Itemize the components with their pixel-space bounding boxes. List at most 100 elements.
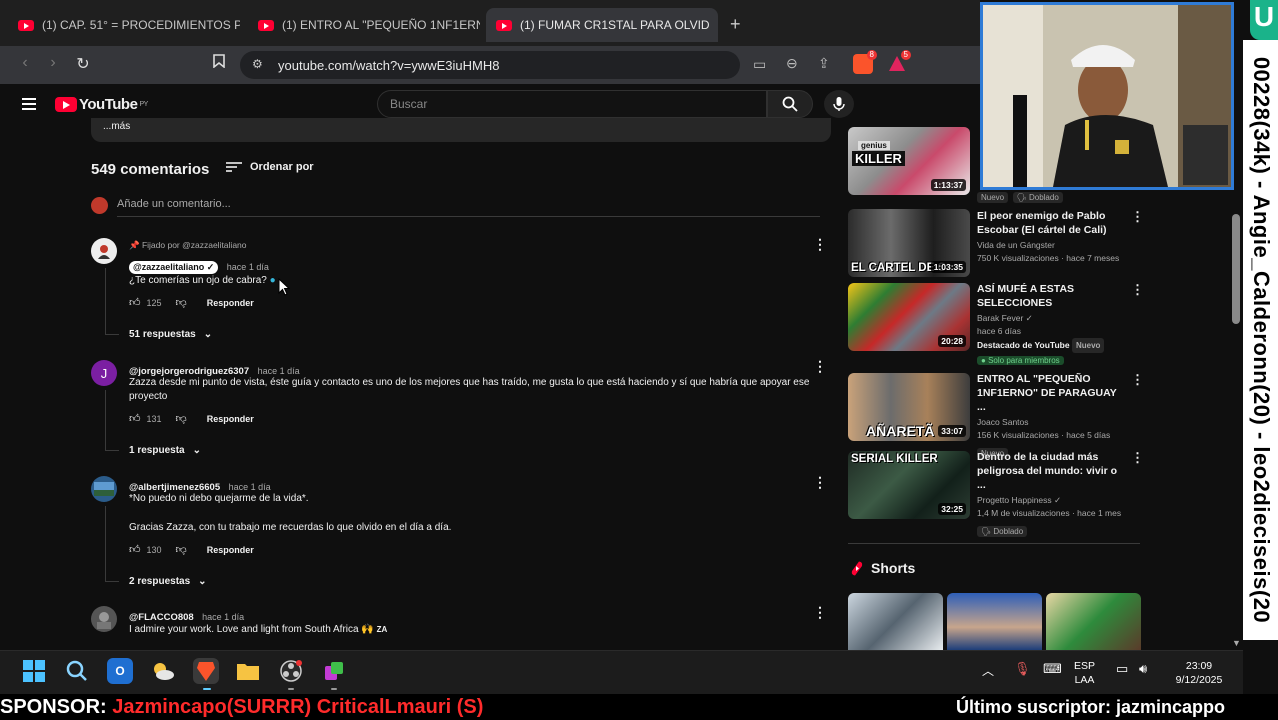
- comment-menu-icon[interactable]: ⋮: [813, 474, 827, 491]
- forward-icon[interactable]: ›: [42, 54, 64, 72]
- replies-toggle[interactable]: 1 respuesta ⌄: [129, 445, 201, 456]
- weather-icon[interactable]: [150, 658, 176, 684]
- search-button[interactable]: [767, 90, 813, 118]
- channel-name[interactable]: Vida de un Gángster: [977, 239, 1125, 252]
- comment-actions: 👍︎ 130 👎︎ Responder: [129, 543, 254, 556]
- channel-name[interactable]: Progetto Happiness ✓: [977, 494, 1125, 507]
- sidebar-thumbnail[interactable]: SERIAL KILLER 32:25: [848, 451, 970, 519]
- reply-button[interactable]: Responder: [207, 414, 254, 424]
- sidebar-thumbnail[interactable]: EL CARTEL DE C 1:03:35: [848, 209, 970, 277]
- video-meta: 156 K visualizaciones · hace 5 días: [977, 430, 1111, 440]
- comment-text-line2: Gracias Zazza, con tu trabajo me recuerd…: [129, 522, 452, 533]
- comment-menu-icon[interactable]: ⋮: [813, 236, 827, 253]
- brave-rewards-icon[interactable]: 5: [887, 50, 911, 74]
- sort-button[interactable]: Ordenar por: [226, 161, 314, 173]
- brave-shields-icon[interactable]: 8: [853, 50, 877, 74]
- comment-time[interactable]: hace 1 día: [229, 482, 271, 492]
- replies-toggle[interactable]: 2 respuestas ⌄: [129, 576, 207, 587]
- video-menu-icon[interactable]: ⋮: [1131, 209, 1144, 225]
- short-thumbnail[interactable]: [947, 593, 1042, 650]
- comment-time[interactable]: hace 1 día: [258, 366, 300, 376]
- sidebar-item-info[interactable]: ASÍ MUFÉ A ESTAS SELECCIONES Barak Fever…: [977, 282, 1125, 367]
- scrolling-donors-ticker: 00228(34k) - Angie_Calderonn(20) - leo2d…: [1243, 40, 1278, 640]
- channel-name[interactable]: Barak Fever ✓: [977, 312, 1125, 325]
- reload-icon[interactable]: ↻: [72, 54, 94, 74]
- network-icon[interactable]: ▭: [1116, 662, 1128, 676]
- file-explorer-icon[interactable]: [235, 658, 261, 684]
- short-thumbnail[interactable]: [848, 593, 943, 650]
- comment-time[interactable]: hace 1 día: [202, 612, 244, 622]
- comment-text: ¿Te comerías un ojo de cabra? ●: [129, 275, 276, 286]
- video-title[interactable]: ENTRO AL "PEQUEÑO 1NF1ERNO" DE PARAGUAY …: [977, 372, 1125, 414]
- clock[interactable]: 23:09 9/12/2025: [1166, 659, 1232, 687]
- search-input[interactable]: Buscar: [377, 90, 767, 118]
- new-tab-button[interactable]: +: [730, 14, 741, 35]
- language-indicator[interactable]: ESP LAA: [1074, 659, 1095, 687]
- sidebar-thumbnail[interactable]: 20:28: [848, 283, 970, 351]
- browser-tab-3-active[interactable]: (1) FUMAR CR1STAL PARA OLVID ✕: [486, 8, 718, 42]
- sidebar-thumbnail[interactable]: genius KILLER 1:13:37: [848, 127, 970, 195]
- comment-author[interactable]: @zazzaelitaliano ✓: [129, 261, 219, 274]
- user-avatar: [91, 197, 108, 214]
- browser-tab-2[interactable]: (1) ENTRO AL "PEQUEÑO 1NF1ERNO: [248, 8, 480, 42]
- site-settings-icon[interactable]: ⚙: [252, 57, 263, 71]
- video-menu-icon[interactable]: ⋮: [1131, 450, 1144, 466]
- windows-start-icon[interactable]: [21, 658, 47, 684]
- sidebar-item-info[interactable]: El peor enemigo de Pablo Escobar (El cár…: [977, 209, 1125, 265]
- video-menu-icon[interactable]: ⋮: [1131, 282, 1144, 298]
- volume-icon[interactable]: 🔊︎: [1139, 662, 1147, 676]
- like-icon[interactable]: 👍︎: [129, 296, 141, 309]
- scroll-down-icon[interactable]: ▼: [1232, 638, 1241, 648]
- microphone-icon[interactable]: 🎙︎: [1014, 662, 1031, 676]
- zoom-icon[interactable]: ⊖: [786, 55, 798, 72]
- brave-browser-icon[interactable]: [193, 658, 219, 684]
- video-title[interactable]: Dentro de la ciudad más peligrosa del mu…: [977, 450, 1125, 492]
- add-comment-input[interactable]: Añade un comentario...: [117, 198, 231, 210]
- like-icon[interactable]: 👍︎: [129, 543, 141, 556]
- thumb-caption: AÑARETÃ: [866, 423, 935, 439]
- reply-button[interactable]: Responder: [207, 298, 254, 308]
- bookmark-icon[interactable]: [208, 54, 230, 73]
- comment-avatar[interactable]: [91, 476, 117, 502]
- video-title[interactable]: ASÍ MUFÉ A ESTAS SELECCIONES: [977, 282, 1125, 310]
- streaming-app-icon[interactable]: [321, 658, 347, 684]
- video-title[interactable]: El peor enemigo de Pablo Escobar (El cár…: [977, 209, 1125, 237]
- close-tab-icon[interactable]: ✕: [710, 17, 719, 34]
- address-bar[interactable]: ⚙ youtube.com/watch?v=ywwE3iuHMH8: [240, 51, 740, 79]
- search-icon[interactable]: [64, 658, 90, 684]
- back-icon[interactable]: ‹: [14, 54, 36, 72]
- cast-icon[interactable]: ▭: [753, 56, 766, 73]
- sidebar-item-info[interactable]: Dentro de la ciudad más peligrosa del mu…: [977, 450, 1125, 539]
- comment-avatar[interactable]: [91, 238, 117, 264]
- comment-avatar[interactable]: [91, 606, 117, 632]
- sidebar-item-info[interactable]: ENTRO AL "PEQUEÑO 1NF1ERNO" DE PARAGUAY …: [977, 372, 1125, 461]
- flag-icon: ZA: [376, 625, 388, 634]
- tray-overflow-icon[interactable]: ︿: [982, 664, 994, 678]
- video-menu-icon[interactable]: ⋮: [1131, 372, 1144, 388]
- comment-time[interactable]: hace 1 día: [227, 262, 269, 272]
- keyboard-icon[interactable]: ⌨: [1043, 662, 1062, 676]
- channel-name[interactable]: Joaco Santos: [977, 416, 1125, 429]
- comment-author[interactable]: @FLACCO808: [129, 612, 194, 623]
- dislike-icon[interactable]: 👎︎: [176, 543, 187, 556]
- page-scrollbar[interactable]: [1232, 214, 1240, 324]
- browser-tab-1[interactable]: (1) CAP. 51° = PROCEDIMIENTOS PO: [8, 8, 240, 42]
- outlook-icon[interactable]: O: [107, 658, 133, 684]
- voice-search-button[interactable]: [824, 90, 854, 118]
- show-more-link[interactable]: ...más: [103, 121, 130, 132]
- description-box[interactable]: ...más: [91, 118, 831, 142]
- comment-menu-icon[interactable]: ⋮: [813, 604, 827, 621]
- sidebar-thumbnail[interactable]: AÑARETÃ 33:07: [848, 373, 970, 441]
- comment-avatar[interactable]: J: [91, 360, 117, 386]
- dislike-icon[interactable]: 👎︎: [176, 412, 187, 425]
- reply-button[interactable]: Responder: [207, 545, 254, 555]
- short-thumbnail[interactable]: [1046, 593, 1141, 650]
- like-icon[interactable]: 👍︎: [129, 412, 141, 425]
- menu-icon[interactable]: [22, 98, 36, 113]
- replies-toggle[interactable]: 51 respuestas ⌄: [129, 329, 212, 340]
- dislike-icon[interactable]: 👎︎: [176, 296, 187, 309]
- obs-icon[interactable]: [278, 658, 304, 684]
- share-icon[interactable]: ⇪: [818, 55, 830, 72]
- comment-menu-icon[interactable]: ⋮: [813, 358, 827, 375]
- youtube-logo[interactable]: YouTube PY: [55, 96, 148, 113]
